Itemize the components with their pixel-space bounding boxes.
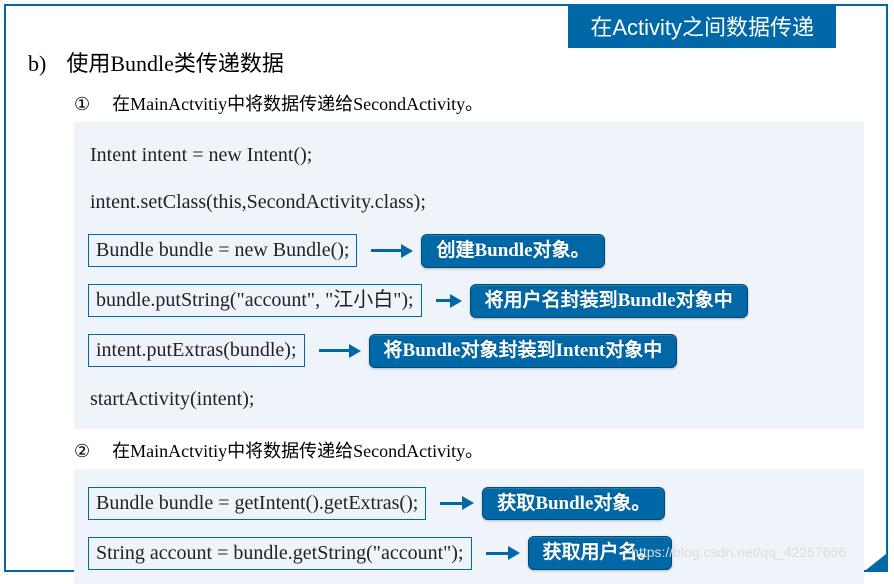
- code1-l2: intent.setClass(this,SecondActivity.clas…: [88, 187, 428, 218]
- code1-l3: Bundle bundle = new Bundle();: [88, 234, 357, 267]
- step1-row: ① 在MainActvitiy中将数据传递给SecondActivity。: [74, 90, 864, 116]
- bubble-create-bundle: 创建Bundle对象。: [421, 234, 604, 268]
- heading-row: b) 使用Bundle类传递数据: [28, 46, 864, 78]
- title-banner: 在Activity之间数据传递: [568, 4, 836, 48]
- bubble-put-extras: 将Bundle对象封装到Intent对象中: [369, 334, 678, 368]
- corner-decoration: [866, 554, 886, 570]
- code1-l1: Intent intent = new Intent();: [88, 140, 314, 171]
- code1-l5: intent.putExtras(bundle);: [88, 334, 305, 367]
- arrow-icon: [436, 294, 462, 308]
- step2-row: ② 在MainActvitiy中将数据传递给SecondActivity。: [74, 437, 864, 463]
- code1-l4: bundle.putString("account", "江小白");: [88, 284, 422, 317]
- slide-frame: 在Activity之间数据传递 b) 使用Bundle类传递数据 ① 在Main…: [4, 4, 888, 572]
- step1-number: ①: [74, 94, 90, 115]
- arrow-icon: [371, 244, 413, 258]
- arrow-icon: [319, 344, 361, 358]
- step2-text: 在MainActvitiy中将数据传递给SecondActivity。: [112, 437, 483, 463]
- code2-l1: Bundle bundle = getIntent().getExtras();: [88, 487, 426, 520]
- heading-label: b): [28, 51, 46, 77]
- arrow-icon: [486, 546, 520, 560]
- code-block-2: Bundle bundle = getIntent().getExtras();…: [74, 469, 864, 584]
- heading-text: 使用Bundle类传递数据: [66, 46, 284, 78]
- code-block-1: Intent intent = new Intent(); intent.set…: [74, 122, 864, 429]
- bubble-put-account: 将用户名封装到Bundle对象中: [470, 284, 748, 318]
- step2-number: ②: [74, 441, 90, 462]
- arrow-icon: [440, 496, 474, 510]
- code1-l6: startActivity(intent);: [88, 384, 256, 415]
- step1-text: 在MainActvitiy中将数据传递给SecondActivity。: [112, 90, 483, 116]
- watermark: https://blog.csdn.net/qq_42257666: [631, 544, 846, 560]
- bubble-get-bundle: 获取Bundle对象。: [482, 487, 665, 521]
- code2-l2: String account = bundle.getString("accou…: [88, 537, 472, 570]
